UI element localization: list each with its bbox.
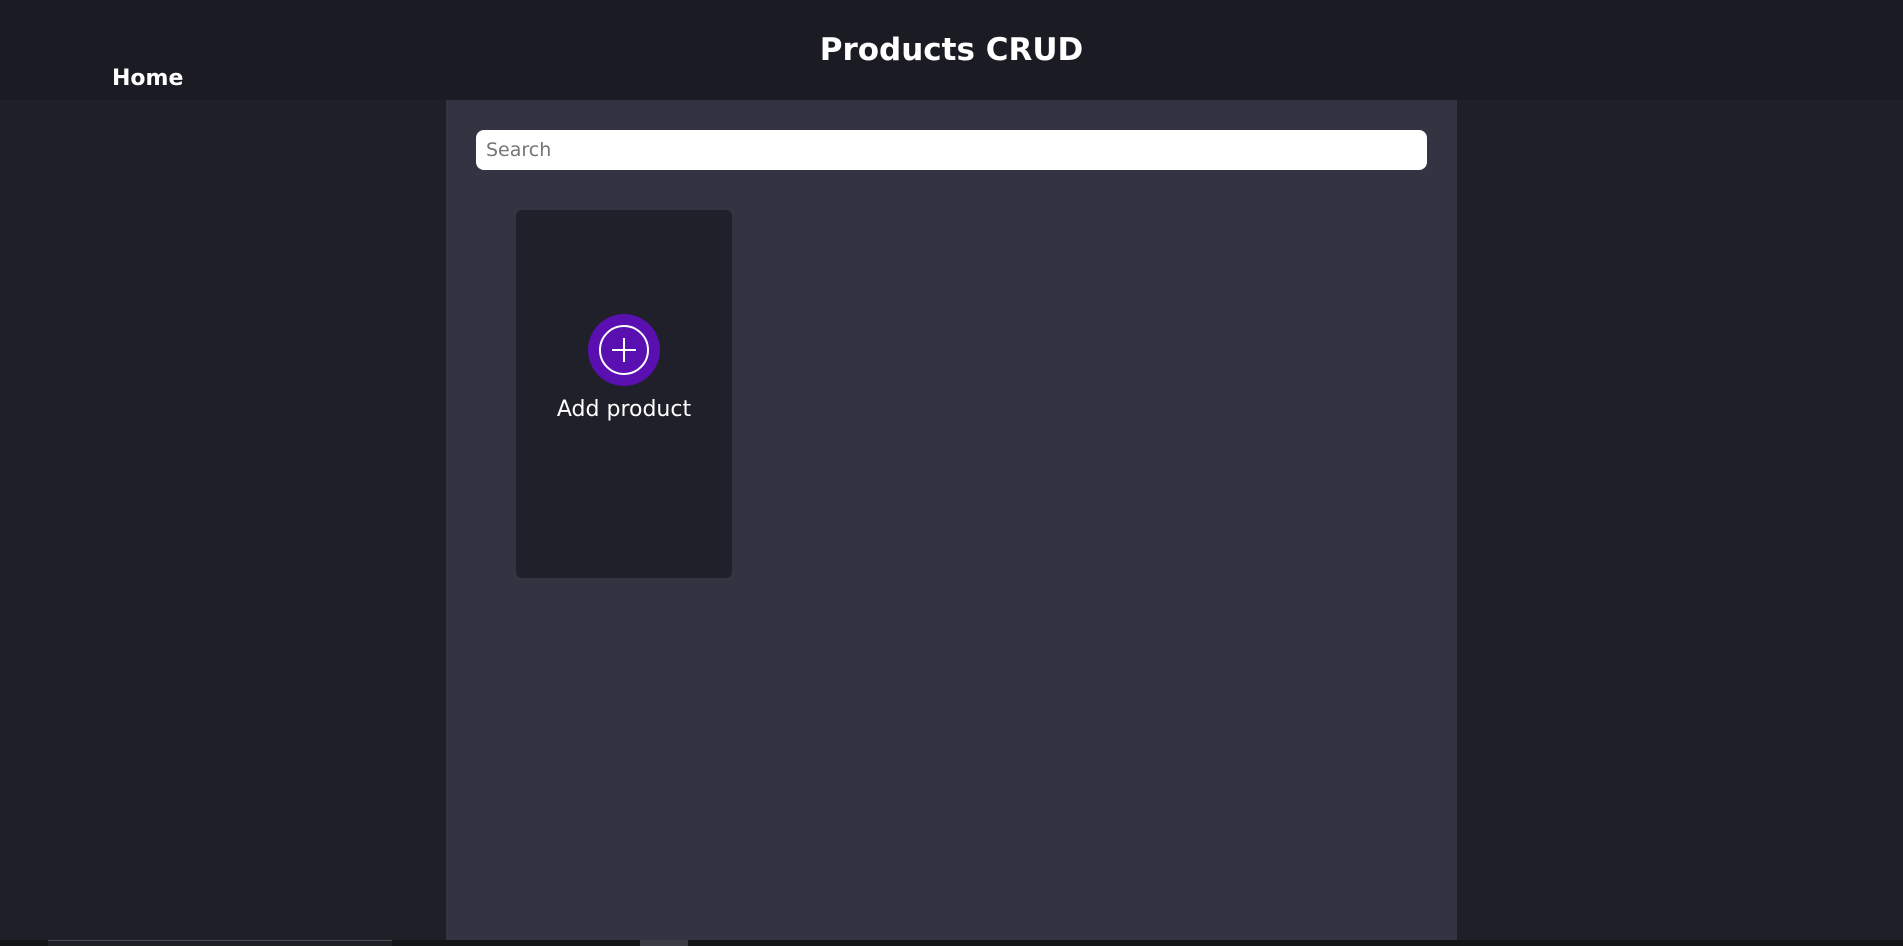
add-product-card[interactable]: Add product xyxy=(516,210,732,578)
main-panel: Add product xyxy=(446,100,1457,940)
page-title: Products CRUD xyxy=(819,32,1084,68)
search-input[interactable] xyxy=(476,130,1427,170)
add-product-label: Add product xyxy=(556,397,692,422)
scrollbar-thumb[interactable] xyxy=(48,940,392,946)
header: Products CRUD Home xyxy=(0,0,1903,100)
scrollbar-thumb-secondary[interactable] xyxy=(640,940,688,946)
home-link[interactable]: Home xyxy=(112,64,183,94)
plus-circle-icon[interactable] xyxy=(588,314,660,386)
